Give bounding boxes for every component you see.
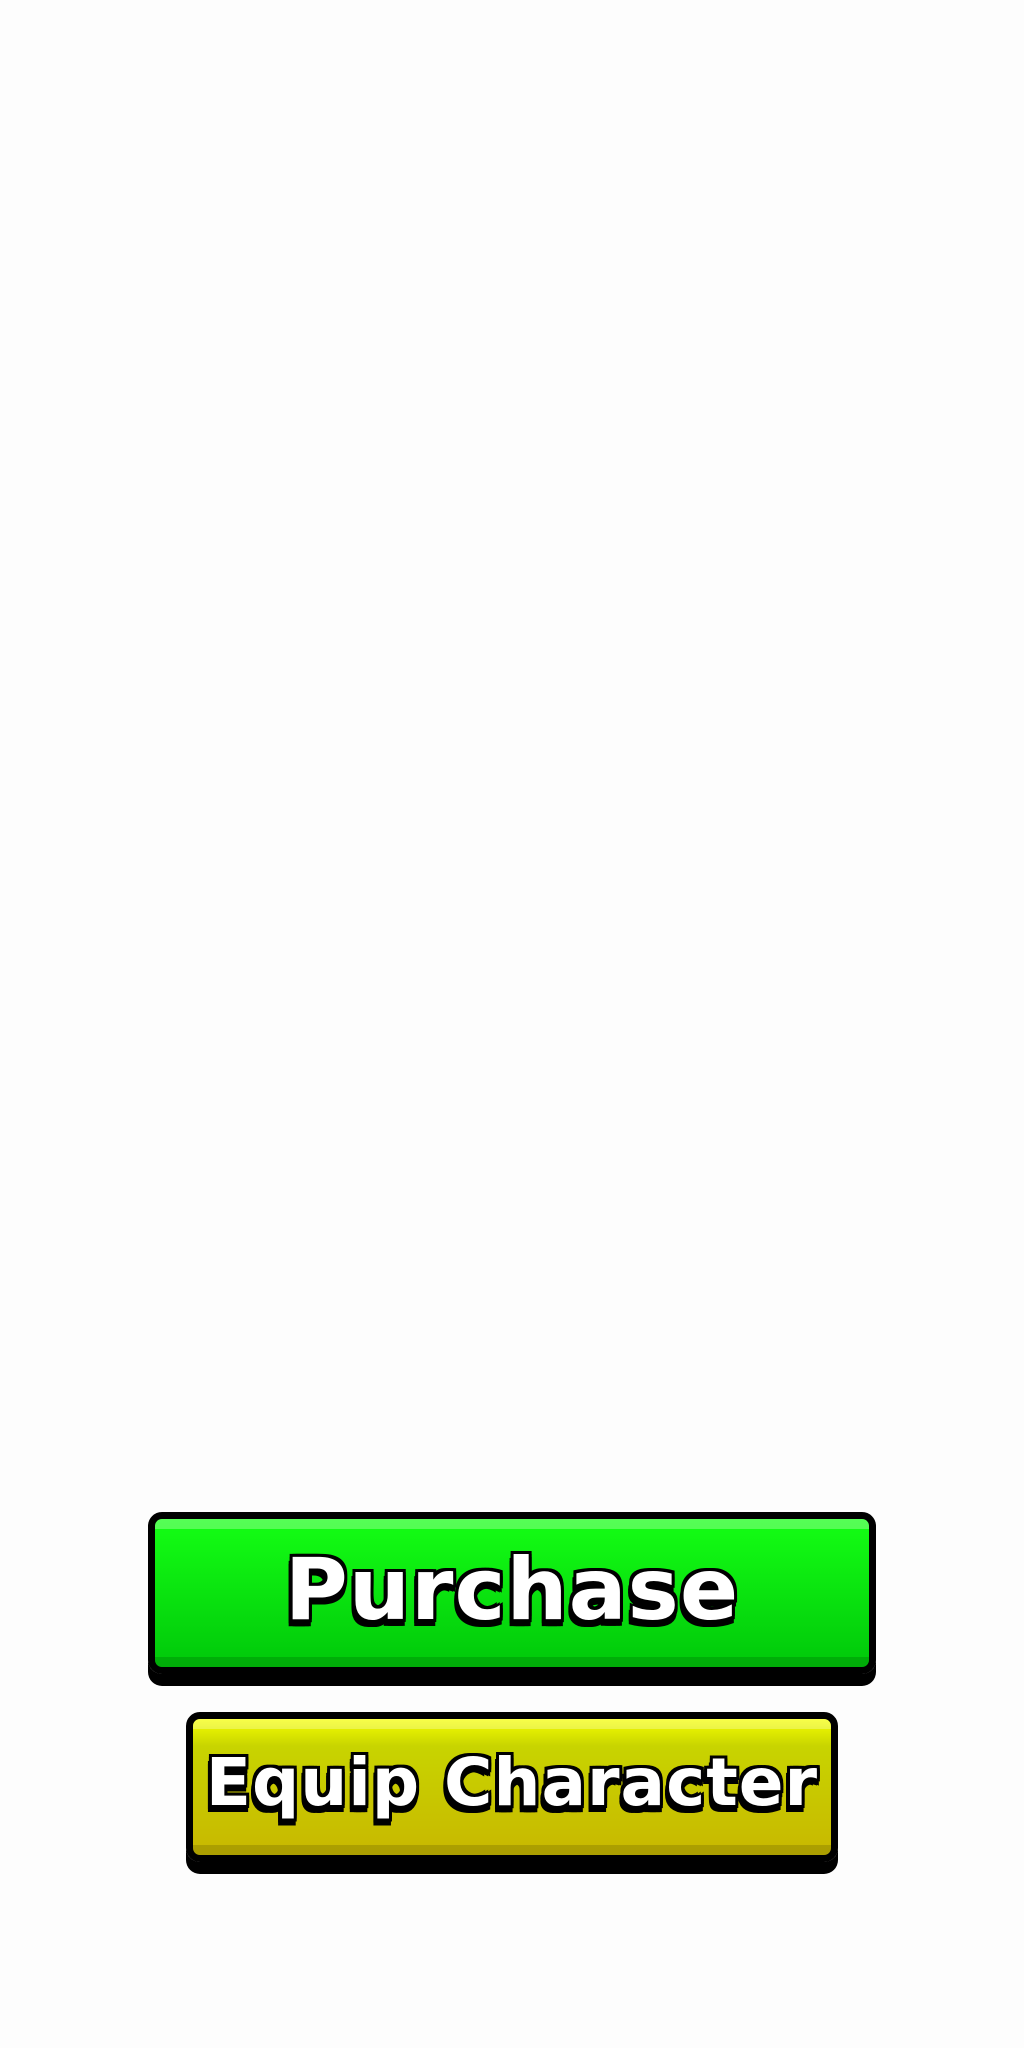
equip-character-button[interactable]: Equip Character — [186, 1712, 838, 1862]
purchase-button[interactable]: Purchase — [148, 1512, 876, 1674]
game-screen: Purchase Equip Character — [0, 0, 1024, 2048]
purchase-button-label: Purchase — [284, 1540, 740, 1640]
equip-character-button-label: Equip Character — [205, 1743, 819, 1821]
